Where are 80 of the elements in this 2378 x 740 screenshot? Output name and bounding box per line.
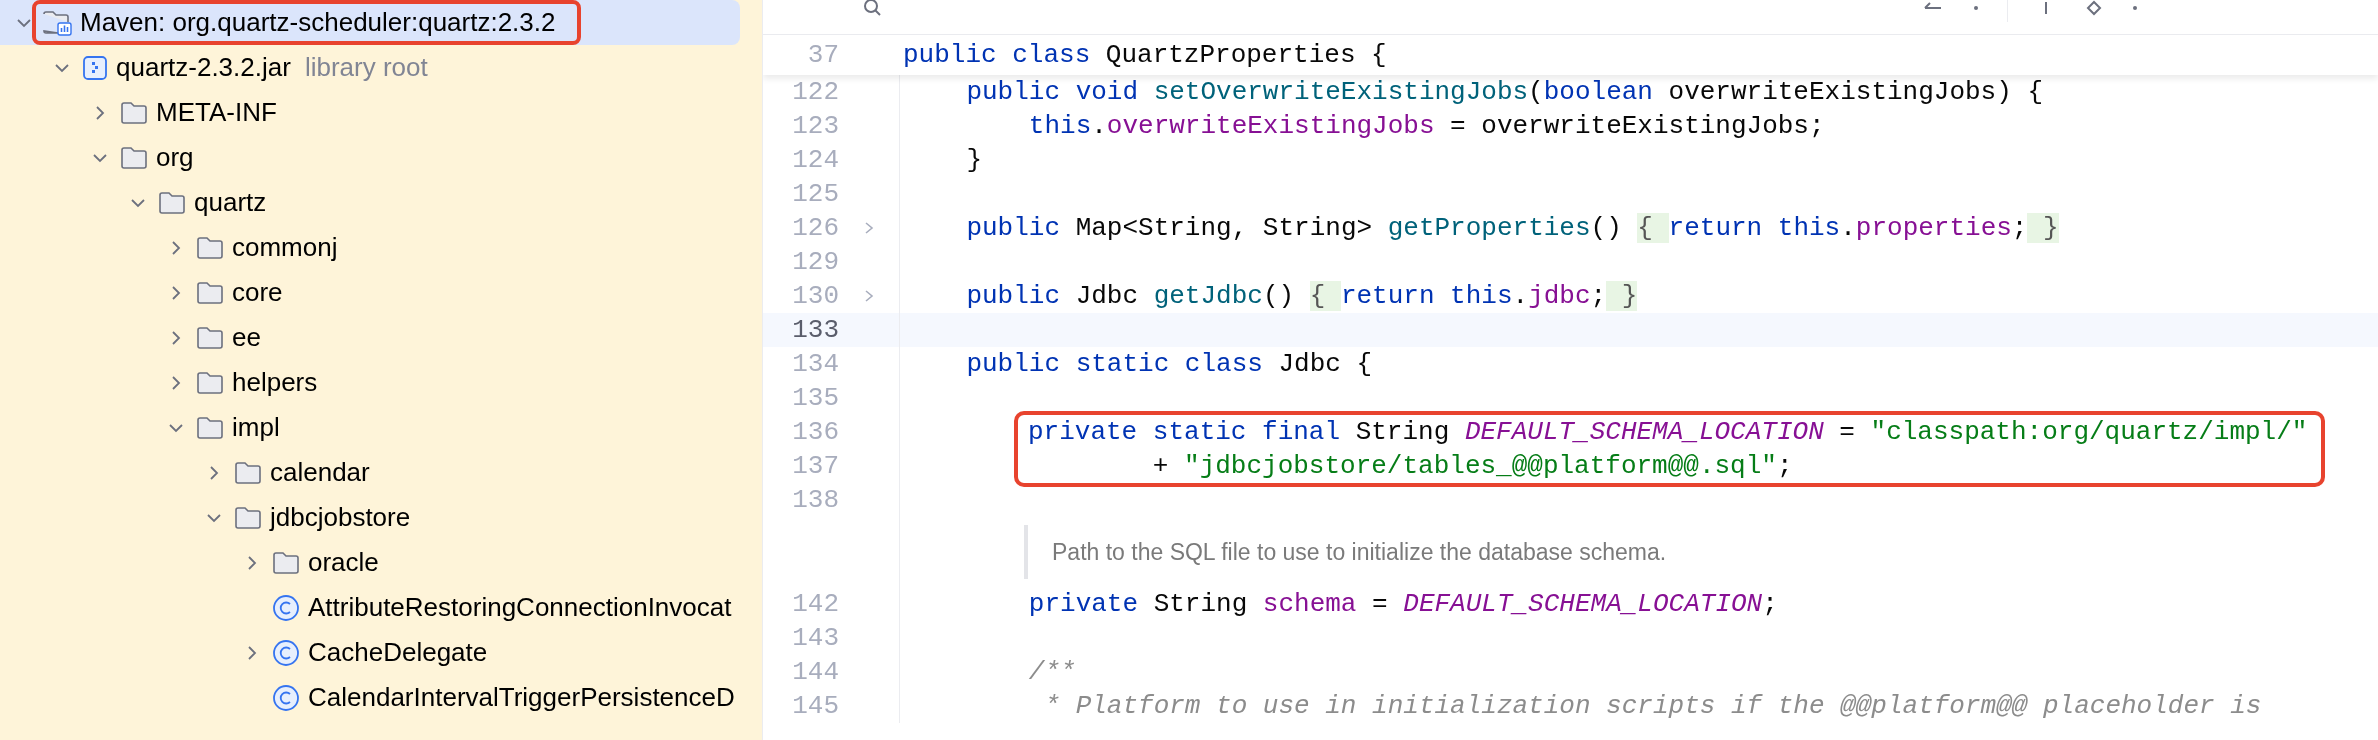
code-line: /** — [1027, 657, 1076, 687]
code-line: this.overwriteExistingJobs = overwriteExistingJobs; — [1027, 111, 1825, 141]
folder-icon — [272, 550, 300, 575]
tree-item-label: quartz — [194, 187, 267, 218]
tree-item[interactable]: jdbcjobstore — [0, 495, 762, 540]
line-number: 129 — [791, 247, 839, 277]
tree-item[interactable]: quartz-2.3.2.jar library root — [0, 45, 762, 90]
line-number: 144 — [791, 657, 839, 687]
folder-icon — [120, 145, 148, 170]
line-number: 125 — [791, 179, 839, 209]
line-number: 136 — [791, 416, 839, 449]
code-line: * Platform to use in initialization scripts if the @@platform@@ placeholder is — [1043, 691, 2262, 721]
library-folder-icon — [42, 9, 72, 36]
line-number: 130 — [791, 281, 839, 311]
tree-item[interactable]: oracle — [0, 540, 762, 585]
code-line: private String schema = DEFAULT_SCHEMA_LOCATION; — [1027, 589, 1778, 619]
tree-item-label: commonj — [232, 232, 338, 263]
tree-item-hint: library root — [304, 52, 428, 83]
tree-item[interactable]: META-INF — [0, 90, 762, 135]
line-number: 123 — [791, 111, 839, 141]
class-icon — [272, 638, 300, 667]
tree-item[interactable]: impl — [0, 405, 762, 450]
tree-item[interactable]: quartz — [0, 180, 762, 225]
line-number: 134 — [791, 349, 839, 379]
line-number: 133 — [791, 315, 839, 345]
tree-item-label: jdbcjobstore — [270, 502, 411, 533]
tree-item[interactable]: commonj — [0, 225, 762, 270]
code-line: public class QuartzProperties { — [903, 40, 1387, 70]
code-line: public Jdbc getJdbc() { return this.jdbc; } — [965, 281, 1638, 311]
tree-item[interactable]: CalendarIntervalTriggerPersistenceD — [0, 675, 762, 720]
line-number: 126 — [791, 213, 839, 243]
tree-item-label: oracle — [308, 547, 379, 578]
tree-item-label: core — [232, 277, 283, 308]
line-number: 143 — [791, 623, 839, 653]
tree-item-label: calendar — [270, 457, 370, 488]
folder-icon — [196, 235, 224, 260]
folder-icon — [120, 100, 148, 125]
folder-icon — [234, 505, 262, 530]
code-line: public Map<String, String> getProperties() { return this.properties; } — [965, 213, 2059, 243]
line-number: 137 — [791, 450, 839, 483]
tree-item[interactable]: helpers — [0, 360, 762, 405]
tree-item[interactable]: ee — [0, 315, 762, 360]
code-line: private static final String DEFAULT_SCHEMA_LOCATION = "classpath:org/quartz/impl/" — [1028, 416, 2308, 449]
tree-item-label: CalendarIntervalTriggerPersistenceD — [308, 682, 735, 713]
line-number: 37 — [806, 40, 839, 70]
line-number: 142 — [791, 589, 839, 619]
tree-item-label: quartz-2.3.2.jar — [116, 52, 291, 83]
tree-item-label: CacheDelegate — [308, 637, 488, 668]
line-number: 145 — [791, 691, 839, 721]
tree-item-label: Maven: org.quartz-scheduler:quartz:2.3.2 — [80, 7, 556, 38]
tree-item[interactable]: Maven: org.quartz-scheduler:quartz:2.3.2 — [0, 0, 740, 45]
code-line: public static class Jdbc { — [965, 349, 1373, 379]
class-icon — [272, 593, 300, 622]
line-number: 135 — [791, 383, 839, 413]
folder-icon — [234, 460, 262, 485]
doc-comment: Path to the SQL file to use to initialize the database schema. — [1024, 525, 1667, 579]
tree-item-label: AttributeRestoringConnectionInvocat — [308, 592, 732, 623]
tree-item-label: META-INF — [156, 97, 277, 128]
folder-icon — [196, 325, 224, 350]
tree-item[interactable]: AttributeRestoringConnectionInvocat — [0, 585, 762, 630]
line-number: 124 — [791, 145, 839, 175]
tree-item-label: ee — [232, 322, 261, 353]
tree-item-label: impl — [232, 412, 280, 443]
class-icon — [272, 683, 300, 712]
line-number: 122 — [791, 77, 839, 107]
tree-item[interactable]: CacheDelegate — [0, 630, 762, 675]
tree-item[interactable]: calendar — [0, 450, 762, 495]
tree-item[interactable]: org — [0, 135, 762, 180]
folder-icon — [196, 280, 224, 305]
tree-item-label: org — [156, 142, 194, 173]
folder-icon — [158, 190, 186, 215]
tree-item[interactable]: core — [0, 270, 762, 315]
tree-item-label: helpers — [232, 367, 318, 398]
line-number: 138 — [791, 485, 839, 515]
archive-icon — [82, 54, 108, 81]
code-line: public void setOverwriteExistingJobs(boolean overwriteExistingJobs) { — [965, 77, 2043, 107]
code-line: } — [965, 145, 982, 175]
folder-icon — [196, 370, 224, 395]
code-line: + "jdbcjobstore/tables_@@platform@@.sql"; — [1151, 450, 1794, 483]
folder-icon — [196, 415, 224, 440]
